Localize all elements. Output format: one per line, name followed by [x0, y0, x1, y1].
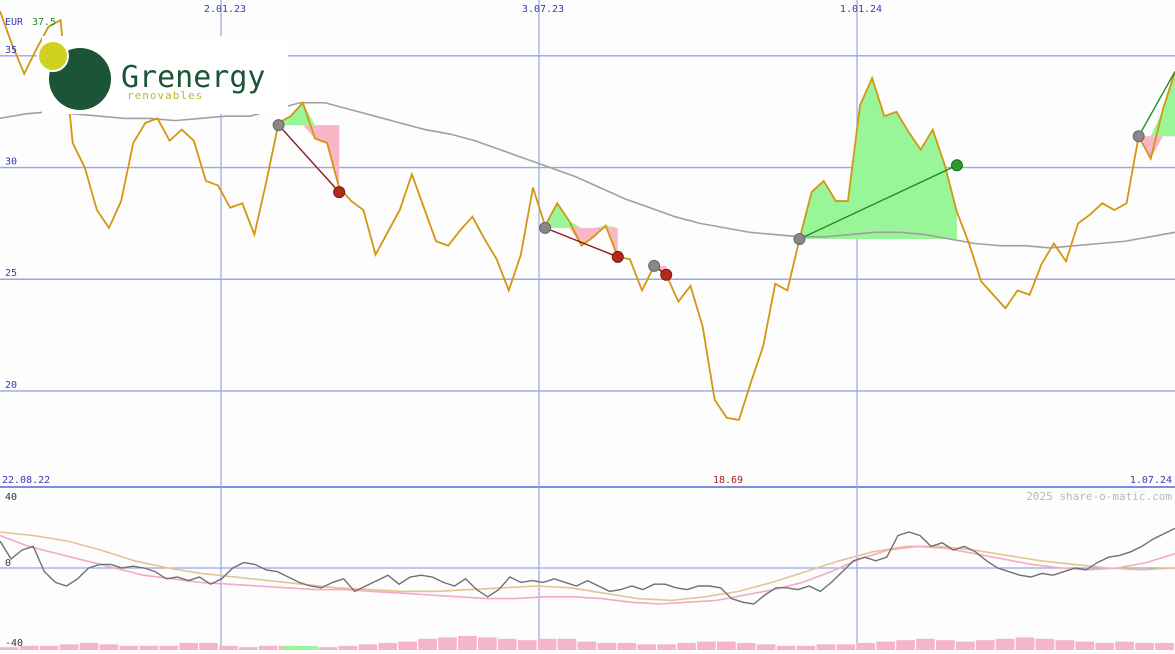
volume-bar [1135, 643, 1154, 650]
chart-canvas: EUR 37.5 18.69 22.08.22 1.07.24 2025 sha… [0, 0, 1175, 650]
volume-bar [577, 641, 597, 650]
x-tick-label: 1.01.24 [840, 4, 882, 15]
volume-bar [258, 645, 278, 650]
volume-bar [1155, 643, 1174, 650]
volume-bar [119, 645, 139, 650]
signal-line-2 [0, 531, 1175, 602]
trade-exit-marker [660, 268, 673, 281]
volume-bar [1055, 640, 1075, 650]
volume-bar [716, 641, 736, 650]
logo-tagline: renovables [127, 89, 203, 102]
volume-bar [995, 638, 1015, 650]
y-tick-label: 25 [5, 268, 17, 279]
trade-entry-marker [648, 259, 661, 272]
trade-entry-marker [793, 233, 806, 246]
volume-bar [896, 640, 915, 650]
oscillator-tick-label: 40 [5, 492, 17, 503]
volume-bar [398, 641, 418, 650]
volume-bar [1075, 641, 1095, 650]
volume-bar [1095, 643, 1115, 650]
max-value-label: 37.5 [32, 17, 56, 28]
volume-bar [418, 638, 437, 650]
volume-bar [936, 640, 955, 650]
volume-bar [1115, 641, 1134, 650]
volume-bar [756, 644, 776, 650]
volume-bar [477, 637, 497, 650]
volume-bar [99, 644, 119, 650]
x-tick-label: 3.07.23 [522, 4, 564, 15]
stock-chart: EUR 37.5 18.69 22.08.22 1.07.24 2025 sha… [0, 0, 1175, 650]
volume-bar [537, 638, 557, 650]
volume-bar [856, 643, 876, 650]
volume-bar [836, 644, 856, 650]
volume-bar [517, 640, 537, 650]
volume-bar [438, 637, 457, 650]
volume-bar [955, 641, 975, 650]
volume-bar [378, 643, 398, 650]
company-logo: Grenergy renovables [37, 36, 288, 114]
moving-average-line [0, 101, 1175, 249]
y-tick-label: 35 [5, 45, 17, 56]
date-range-start: 22.08.22 [2, 475, 50, 486]
volume-bar [975, 640, 995, 650]
oscillator-tick-label: -40 [5, 638, 23, 649]
trade-entry-marker [1132, 130, 1145, 143]
volume-bar [597, 643, 617, 650]
currency-label: EUR [5, 17, 24, 28]
volume-bar [458, 636, 477, 650]
trade-gain-area [799, 78, 957, 240]
volume-bar-highlight [283, 646, 318, 650]
volume-bar [816, 644, 836, 650]
volume-bar [657, 644, 676, 650]
min-value-label: 18.69 [713, 475, 743, 486]
volume-bar [179, 643, 198, 650]
volume-bar [637, 644, 657, 650]
volume-bar [139, 645, 159, 650]
y-tick-label: 20 [5, 380, 17, 391]
volume-bar [677, 643, 696, 650]
volume-bar [697, 641, 716, 650]
volume-bar [39, 645, 59, 650]
trade-exit-marker [950, 159, 963, 172]
volume-bar [219, 645, 238, 650]
volume-bar [876, 641, 895, 650]
volume-bar [916, 638, 935, 650]
volume-bar [59, 644, 79, 650]
volume-bar [1015, 637, 1035, 650]
volume-bar [338, 645, 358, 650]
y-tick-label: 30 [5, 157, 17, 168]
x-tick-label: 2.01.23 [204, 4, 246, 15]
volume-bar [776, 645, 796, 650]
volume-bar [497, 638, 517, 650]
trade-entry-marker [272, 119, 285, 132]
volume-bar [557, 638, 577, 650]
max-marker [37, 40, 69, 72]
volume-bar [1035, 638, 1055, 650]
trade-exit-marker [611, 250, 624, 263]
volume-bar [159, 645, 179, 650]
volume-bar [796, 645, 816, 650]
oscillator-line [0, 527, 1175, 605]
volume-bar [358, 644, 378, 650]
watermark: 2025 share-o-matic.com [1026, 490, 1172, 503]
volume-bar [79, 643, 99, 650]
trade-markers [272, 71, 1175, 281]
volume-bar [199, 643, 218, 650]
oscillator-tick-label: 0 [5, 558, 11, 569]
date-range-end: 1.07.24 [1130, 475, 1172, 486]
volume-bar [617, 643, 637, 650]
trade-entry-marker [539, 221, 552, 234]
volume-bar [736, 643, 756, 650]
trade-exit-marker [333, 186, 346, 199]
trade-areas [278, 71, 1175, 275]
